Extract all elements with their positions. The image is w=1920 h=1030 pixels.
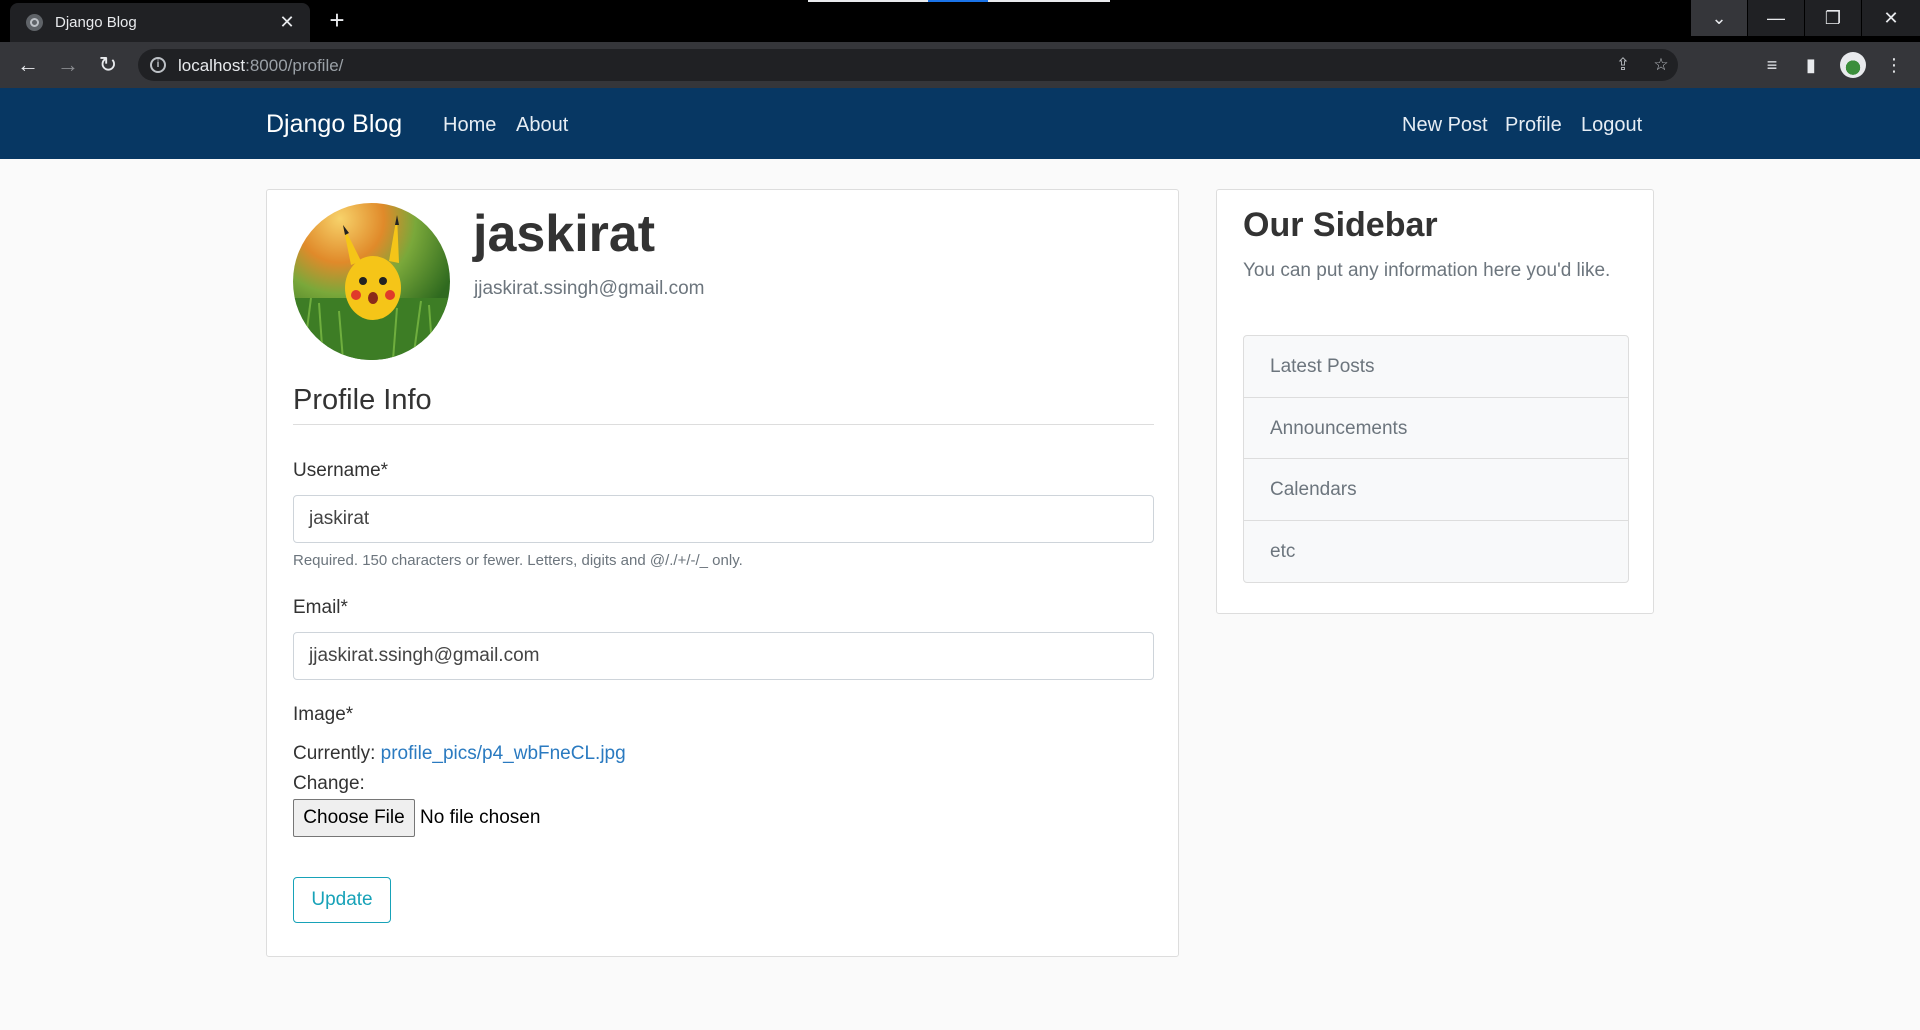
- tab-close-icon[interactable]: ✕: [274, 9, 300, 35]
- email-label: Email*: [293, 597, 348, 618]
- reload-icon[interactable]: ↻: [94, 51, 122, 79]
- username-help-text: Required. 150 characters or fewer. Lette…: [293, 552, 743, 569]
- image-label: Image*: [293, 704, 354, 725]
- site-navbar: Django Blog Home About New Post Profile …: [0, 88, 1920, 159]
- globe-icon: [26, 14, 43, 31]
- form-legend: Profile Info: [293, 384, 432, 416]
- site-info-icon[interactable]: i: [150, 57, 166, 73]
- nav-logout-link[interactable]: Logout: [1581, 114, 1642, 137]
- brand-link[interactable]: Django Blog: [266, 110, 402, 139]
- profile-avatar: [293, 203, 450, 360]
- sidebar-text: You can put any information here you'd l…: [1243, 260, 1611, 281]
- tab-search-chevron-icon[interactable]: ⌄: [1691, 0, 1747, 36]
- sidebar-list: Latest Posts Announcements Calendars etc: [1243, 335, 1629, 583]
- nav-about-link[interactable]: About: [516, 114, 568, 137]
- choose-file-button[interactable]: Choose File: [293, 799, 415, 837]
- browser-tab[interactable]: Django Blog ✕: [10, 3, 310, 42]
- current-image-link[interactable]: profile_pics/p4_wbFneCL.jpg: [381, 743, 626, 764]
- side-panel-icon[interactable]: ▮: [1799, 53, 1823, 77]
- nav-new-post-link[interactable]: New Post: [1402, 114, 1488, 137]
- sidebar-item-latest-posts[interactable]: Latest Posts: [1244, 336, 1628, 398]
- tab-title: Django Blog: [55, 14, 137, 31]
- nav-home-link[interactable]: Home: [443, 114, 496, 137]
- currently-row: Currently: profile_pics/p4_wbFneCL.jpg: [293, 743, 626, 765]
- browser-tab-bar: Django Blog ✕ + ⌄ — ❐ ✕: [0, 0, 1920, 42]
- new-tab-button[interactable]: +: [322, 6, 352, 36]
- minimize-icon[interactable]: —: [1748, 0, 1804, 36]
- nav-profile-link[interactable]: Profile: [1505, 114, 1562, 137]
- address-bar[interactable]: i localhost:8000/profile/ ⇪ ☆: [138, 49, 1678, 81]
- bookmark-star-icon[interactable]: ☆: [1650, 54, 1672, 76]
- sidebar-item-calendars[interactable]: Calendars: [1244, 459, 1628, 521]
- browser-toolbar: ← → ↻ i localhost:8000/profile/ ⇪ ☆ ≡ ▮ …: [0, 42, 1920, 88]
- sidebar-title: Our Sidebar: [1243, 206, 1438, 244]
- sidebar-item-announcements[interactable]: Announcements: [1244, 398, 1628, 459]
- tab-search-strip: [808, 0, 1110, 2]
- update-button[interactable]: Update: [293, 877, 391, 923]
- change-label: Change:: [293, 773, 365, 794]
- window-close-icon[interactable]: ✕: [1862, 0, 1920, 36]
- profile-username-heading: jaskirat: [473, 205, 656, 263]
- username-field[interactable]: jaskirat: [293, 495, 1154, 543]
- restore-icon[interactable]: ❐: [1805, 0, 1861, 36]
- reading-list-icon[interactable]: ≡: [1760, 53, 1784, 77]
- email-field[interactable]: jjaskirat.ssingh@gmail.com: [293, 632, 1154, 680]
- currently-label: Currently:: [293, 743, 376, 764]
- legend-divider: [293, 424, 1154, 425]
- sidebar-item-etc[interactable]: etc: [1244, 521, 1628, 583]
- profile-card: jaskirat jjaskirat.ssingh@gmail.com Prof…: [266, 189, 1179, 957]
- url-text[interactable]: localhost:8000/profile/: [178, 56, 343, 76]
- no-file-chosen-text: No file chosen: [420, 807, 541, 828]
- share-icon[interactable]: ⇪: [1612, 54, 1634, 76]
- username-label: Username*: [293, 460, 389, 481]
- profile-email: jjaskirat.ssingh@gmail.com: [474, 278, 705, 299]
- forward-arrow-icon[interactable]: →: [54, 51, 82, 79]
- profile-avatar-icon[interactable]: [1840, 52, 1866, 78]
- back-arrow-icon[interactable]: ←: [14, 51, 42, 79]
- sidebar-card: Our Sidebar You can put any information …: [1216, 189, 1654, 614]
- menu-kebab-icon[interactable]: ⋮: [1882, 53, 1906, 77]
